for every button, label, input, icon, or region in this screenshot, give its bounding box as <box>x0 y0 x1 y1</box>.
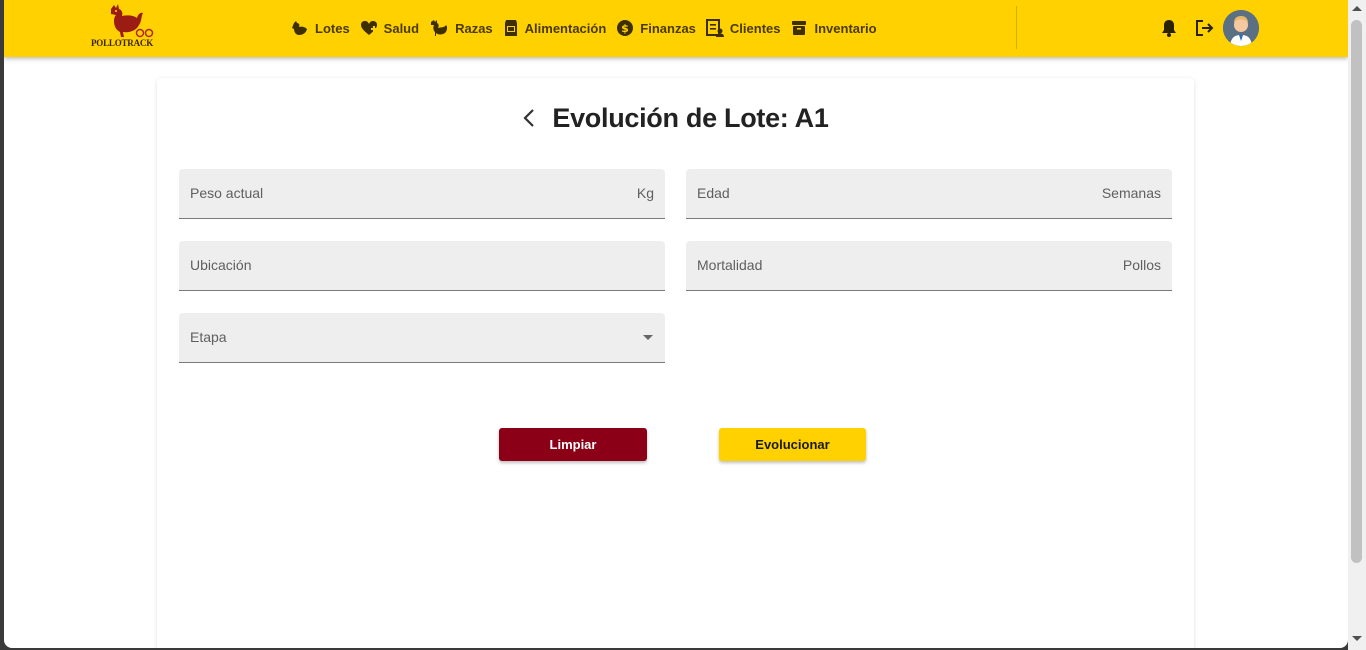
scroll-down-arrow-icon[interactable] <box>1352 636 1362 641</box>
scrollbar-thumb[interactable] <box>1351 20 1362 563</box>
nav-item-alimentacion[interactable]: Alimentación <box>503 19 607 37</box>
nav-label-inventario: Inventario <box>814 20 877 36</box>
navbar-divider <box>1016 6 1017 49</box>
health-heart-icon <box>360 21 377 35</box>
mortalidad-label: Mortalidad <box>697 257 763 273</box>
header-actions <box>1159 10 1259 46</box>
nav-item-salud[interactable]: Salud <box>360 19 419 37</box>
edad-field[interactable]: Edad Semanas <box>686 169 1172 219</box>
nav-label-salud: Salud <box>383 20 420 36</box>
user-avatar[interactable] <box>1223 10 1259 46</box>
peso-unit-suffix: Kg <box>636 185 654 201</box>
inventory-box-icon <box>792 21 807 35</box>
nav-label-alimentacion: Alimentación <box>524 20 607 36</box>
mortalidad-field[interactable]: Mortalidad Pollos <box>686 241 1172 291</box>
nav-item-clientes[interactable]: Clientes <box>705 19 781 37</box>
logout-icon[interactable] <box>1195 18 1215 38</box>
nav-item-lotes[interactable]: Lotes <box>291 19 350 37</box>
main-nav: Lotes Salud Razas Alimentación $ Finanza… <box>291 17 887 39</box>
ubicacion-field[interactable]: Ubicación <box>179 241 665 291</box>
browser-viewport: POLLOTRACK Lotes Salud Razas Alimentació… <box>4 0 1348 648</box>
bell-icon[interactable] <box>1159 18 1179 38</box>
scroll-up-arrow-icon[interactable] <box>1352 6 1362 11</box>
nav-item-finanzas[interactable]: $ Finanzas <box>616 19 696 37</box>
pollotrack-logo[interactable]: POLLOTRACK <box>91 3 157 49</box>
clear-button[interactable]: Limpiar <box>499 428 647 461</box>
dollar-icon: $ <box>617 20 634 36</box>
feed-bag-icon <box>504 20 517 36</box>
page-title: Evolución de Lote: A1 <box>552 102 829 133</box>
rooster-icon <box>431 20 448 36</box>
peso-actual-field[interactable]: Peso actual Kg <box>179 169 665 219</box>
evolve-button[interactable]: Evolucionar <box>719 428 866 461</box>
svg-text:$: $ <box>621 22 629 35</box>
etapa-select[interactable]: Etapa <box>179 313 665 363</box>
evolution-card: Evolución de Lote: A1 Peso actual Kg Eda… <box>157 78 1194 648</box>
edad-label: Edad <box>697 185 730 201</box>
nav-item-inventario[interactable]: Inventario <box>790 19 877 37</box>
back-button[interactable] <box>522 108 536 128</box>
nav-item-razas[interactable]: Razas <box>429 19 493 37</box>
title-row: Evolución de Lote: A1 <box>157 100 1194 136</box>
top-navbar: POLLOTRACK Lotes Salud Razas Alimentació… <box>4 0 1348 57</box>
nav-label-lotes: Lotes <box>315 20 350 36</box>
chevron-left-icon <box>523 109 535 127</box>
nav-label-clientes: Clientes <box>729 20 781 36</box>
clients-list-icon <box>705 19 724 37</box>
page-scrollbar[interactable] <box>1348 0 1366 650</box>
mortalidad-unit-suffix: Pollos <box>1122 257 1161 273</box>
edad-unit-suffix: Semanas <box>1101 185 1161 201</box>
etapa-label: Etapa <box>190 329 227 345</box>
logo-text: POLLOTRACK <box>91 38 154 48</box>
chicken-icon <box>292 21 307 35</box>
nav-label-finanzas: Finanzas <box>640 20 696 36</box>
peso-actual-label: Peso actual <box>190 185 264 201</box>
nav-label-razas: Razas <box>455 20 493 36</box>
dropdown-arrow-icon <box>643 335 653 340</box>
ubicacion-label: Ubicación <box>190 257 252 273</box>
